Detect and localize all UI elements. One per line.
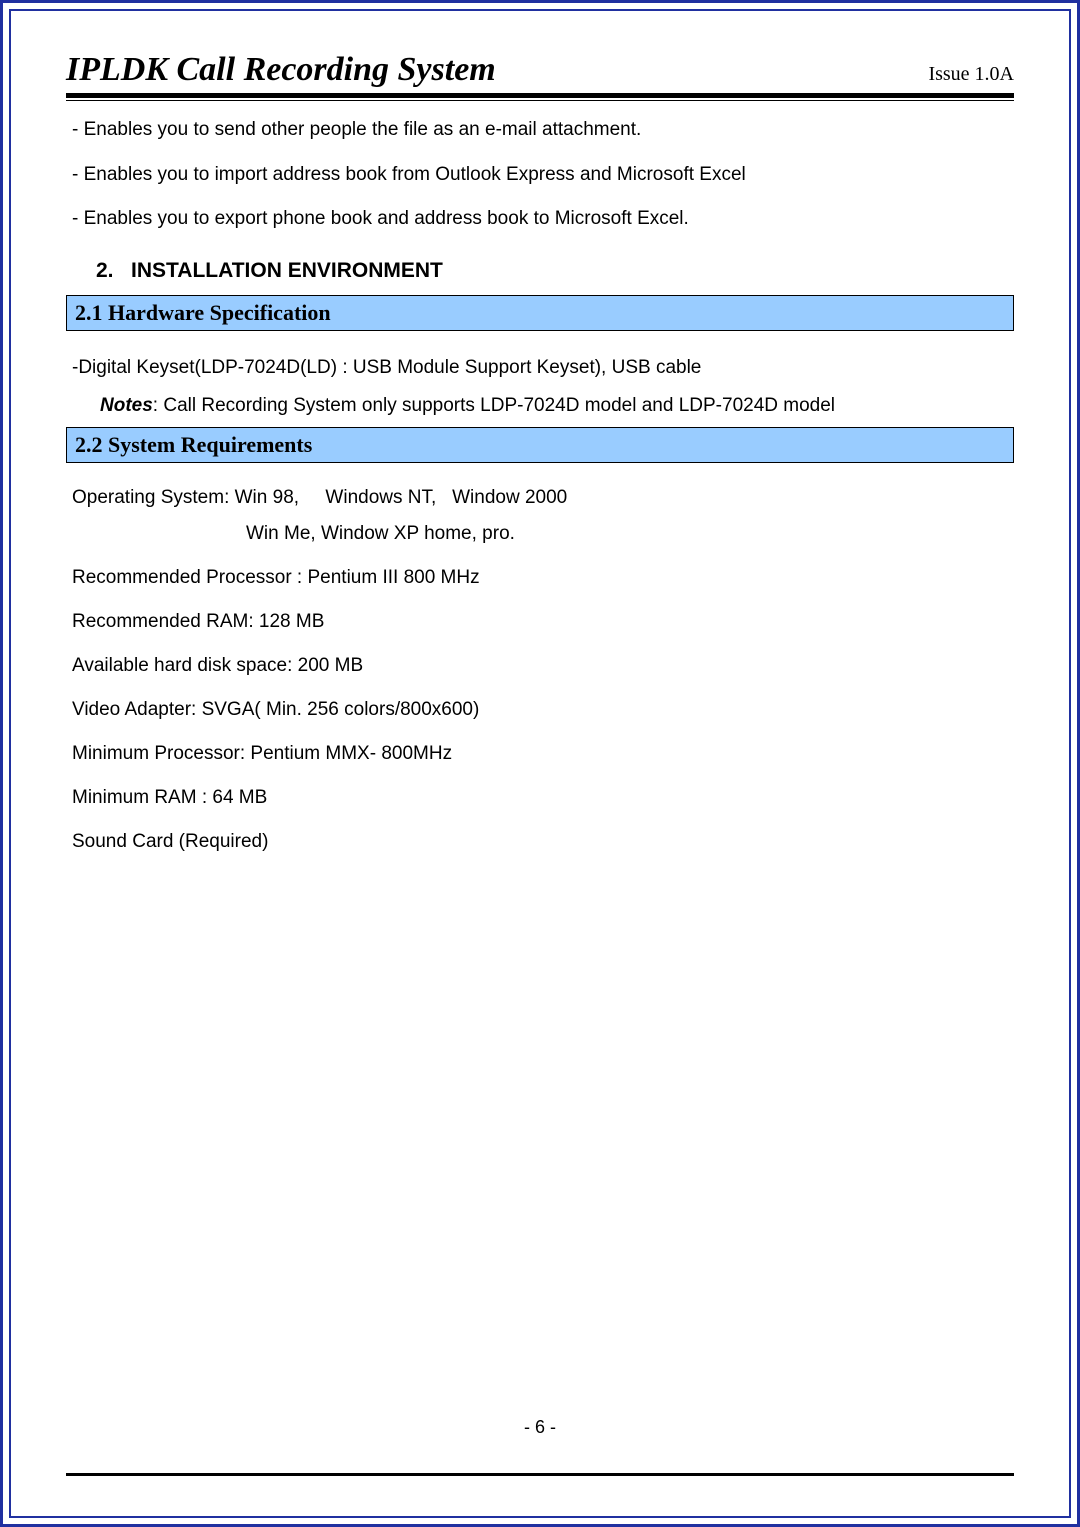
page-number: - 6 - <box>11 1417 1069 1438</box>
available-disk: Available hard disk space: 200 MB <box>72 655 1014 677</box>
notes-line: Notes: Call Recording System only suppor… <box>100 395 1014 417</box>
video-adapter: Video Adapter: SVGA( Min. 256 colors/800… <box>72 699 1014 721</box>
page-inner-border: IPLDK Call Recording System Issue 1.0A -… <box>9 9 1071 1518</box>
page-outer-border: IPLDK Call Recording System Issue 1.0A -… <box>0 0 1080 1527</box>
feature-bullet-3: - Enables you to export phone book and a… <box>72 206 1014 233</box>
hardware-spec-line: -Digital Keyset(LDP-7024D(LD) : USB Modu… <box>72 355 1014 382</box>
notes-text: : Call Recording System only supports LD… <box>153 395 835 416</box>
document-title: IPLDK Call Recording System <box>66 51 496 89</box>
notes-label: Notes <box>100 395 153 416</box>
footer-rule <box>66 1473 1014 1476</box>
recommended-processor: Recommended Processor : Pentium III 800 … <box>72 567 1014 589</box>
os-line-1: Operating System: Win 98, Windows NT, Wi… <box>72 487 1014 509</box>
feature-bullet-1: - Enables you to send other people the f… <box>72 117 1014 144</box>
minimum-ram: Minimum RAM : 64 MB <box>72 787 1014 809</box>
sound-card: Sound Card (Required) <box>72 831 1014 853</box>
minimum-processor: Minimum Processor: Pentium MMX- 800MHz <box>72 743 1014 765</box>
feature-bullet-2: - Enables you to import address book fro… <box>72 162 1014 189</box>
header-row: IPLDK Call Recording System Issue 1.0A <box>66 51 1014 89</box>
issue-label: Issue 1.0A <box>928 63 1014 86</box>
section-2-heading: 2. INSTALLATION ENVIRONMENT <box>96 259 1014 283</box>
section-2-2-heading: 2.2 System Requirements <box>66 427 1014 463</box>
recommended-ram: Recommended RAM: 128 MB <box>72 611 1014 633</box>
header-rule <box>66 93 1014 101</box>
section-2-1-heading: 2.1 Hardware Specification <box>66 295 1014 331</box>
os-line-2: Win Me, Window XP home, pro. <box>246 523 1014 545</box>
